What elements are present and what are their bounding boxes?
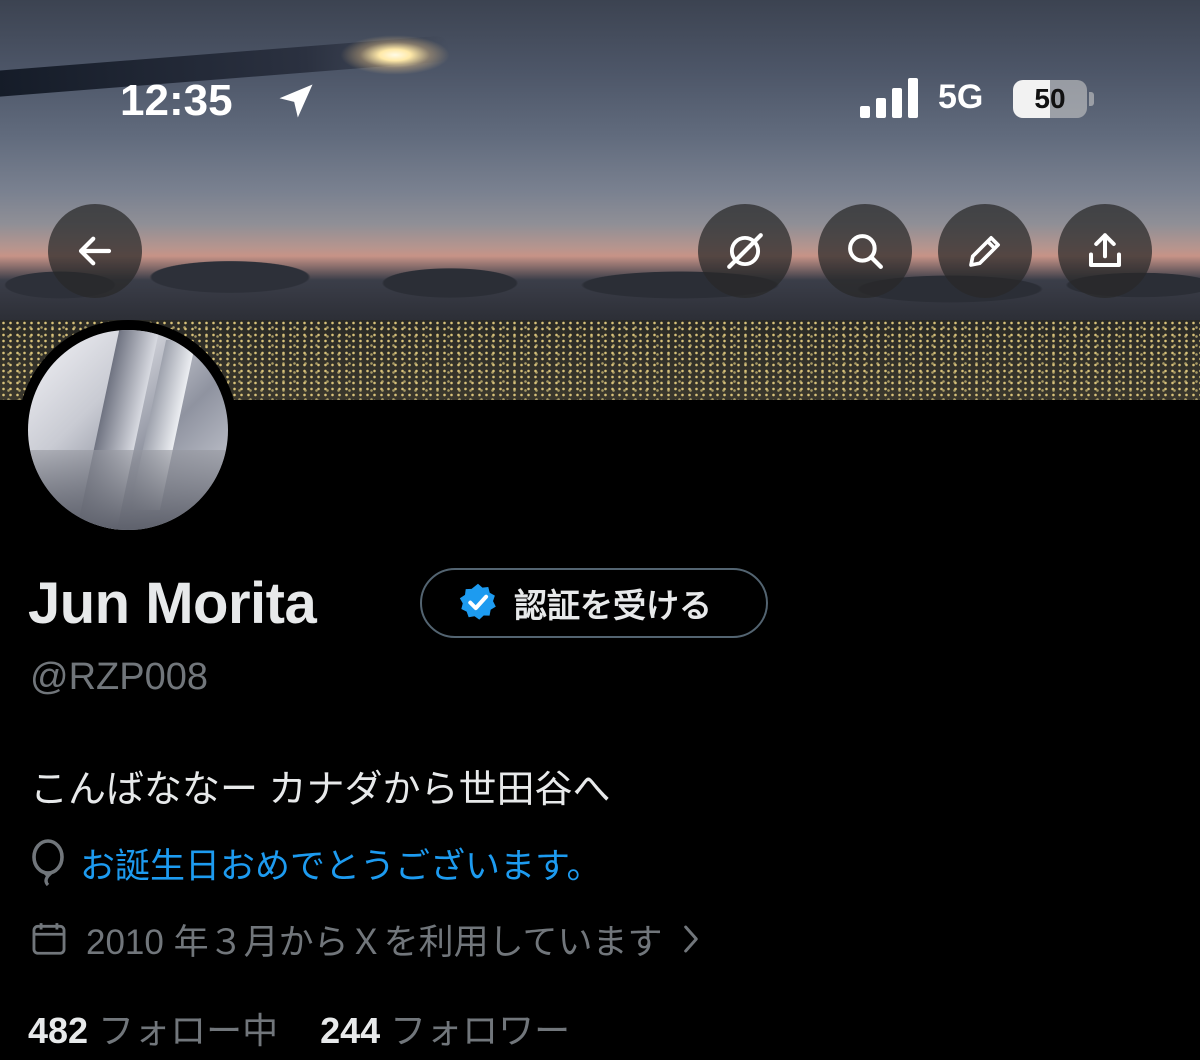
birthday-link[interactable]: お誕生日おめでとうございます。 — [80, 838, 602, 889]
search-button[interactable] — [818, 204, 912, 298]
edit-button[interactable] — [938, 204, 1032, 298]
back-button[interactable] — [48, 204, 142, 298]
followers-count[interactable]: 244 — [320, 1010, 380, 1052]
verified-badge-icon — [459, 583, 496, 620]
battery-icon: 50 — [1013, 80, 1087, 118]
grok-icon — [727, 233, 763, 269]
chevron-right-icon — [683, 925, 698, 953]
joined-date: 2010 年３月からＸを利用しています — [86, 922, 663, 962]
bio-text: こんばななー カナダから世田谷へ — [30, 769, 611, 811]
followers-label[interactable]: フォロワー — [390, 1002, 570, 1054]
following-count[interactable]: 482 — [28, 1010, 88, 1052]
birthday-row: お誕生日おめでとうございます。 — [30, 838, 602, 888]
joined-row[interactable]: 2010 年３月からＸを利用しています — [30, 914, 705, 964]
avatar-image — [28, 330, 228, 530]
balloon-icon — [32, 839, 64, 887]
display-name: Jun Morita — [28, 571, 317, 636]
status-bar: 12:35 5G 50 — [0, 0, 1200, 125]
pencil-icon — [969, 236, 1000, 267]
location-arrow-icon — [279, 84, 313, 118]
calendar-icon — [32, 923, 66, 955]
arrow-left-icon — [78, 236, 112, 266]
grok-button[interactable] — [698, 204, 792, 298]
status-time: 12:35 — [120, 76, 233, 125]
share-icon — [1088, 233, 1122, 268]
following-label[interactable]: フォロー中 — [98, 1002, 278, 1054]
search-icon — [848, 234, 883, 269]
network-type: 5G — [938, 78, 984, 116]
battery-cap — [1089, 92, 1094, 106]
get-verified-button[interactable]: 認証を受ける — [420, 568, 768, 638]
username-handle: @RZP008 — [30, 656, 208, 698]
get-verified-label: 認証を受ける — [514, 587, 712, 624]
share-button[interactable] — [1058, 204, 1152, 298]
avatar[interactable] — [18, 320, 238, 540]
signal-icon — [860, 78, 918, 118]
follow-stats: 482 フォロー中 244 フォロワー — [28, 1002, 612, 1054]
